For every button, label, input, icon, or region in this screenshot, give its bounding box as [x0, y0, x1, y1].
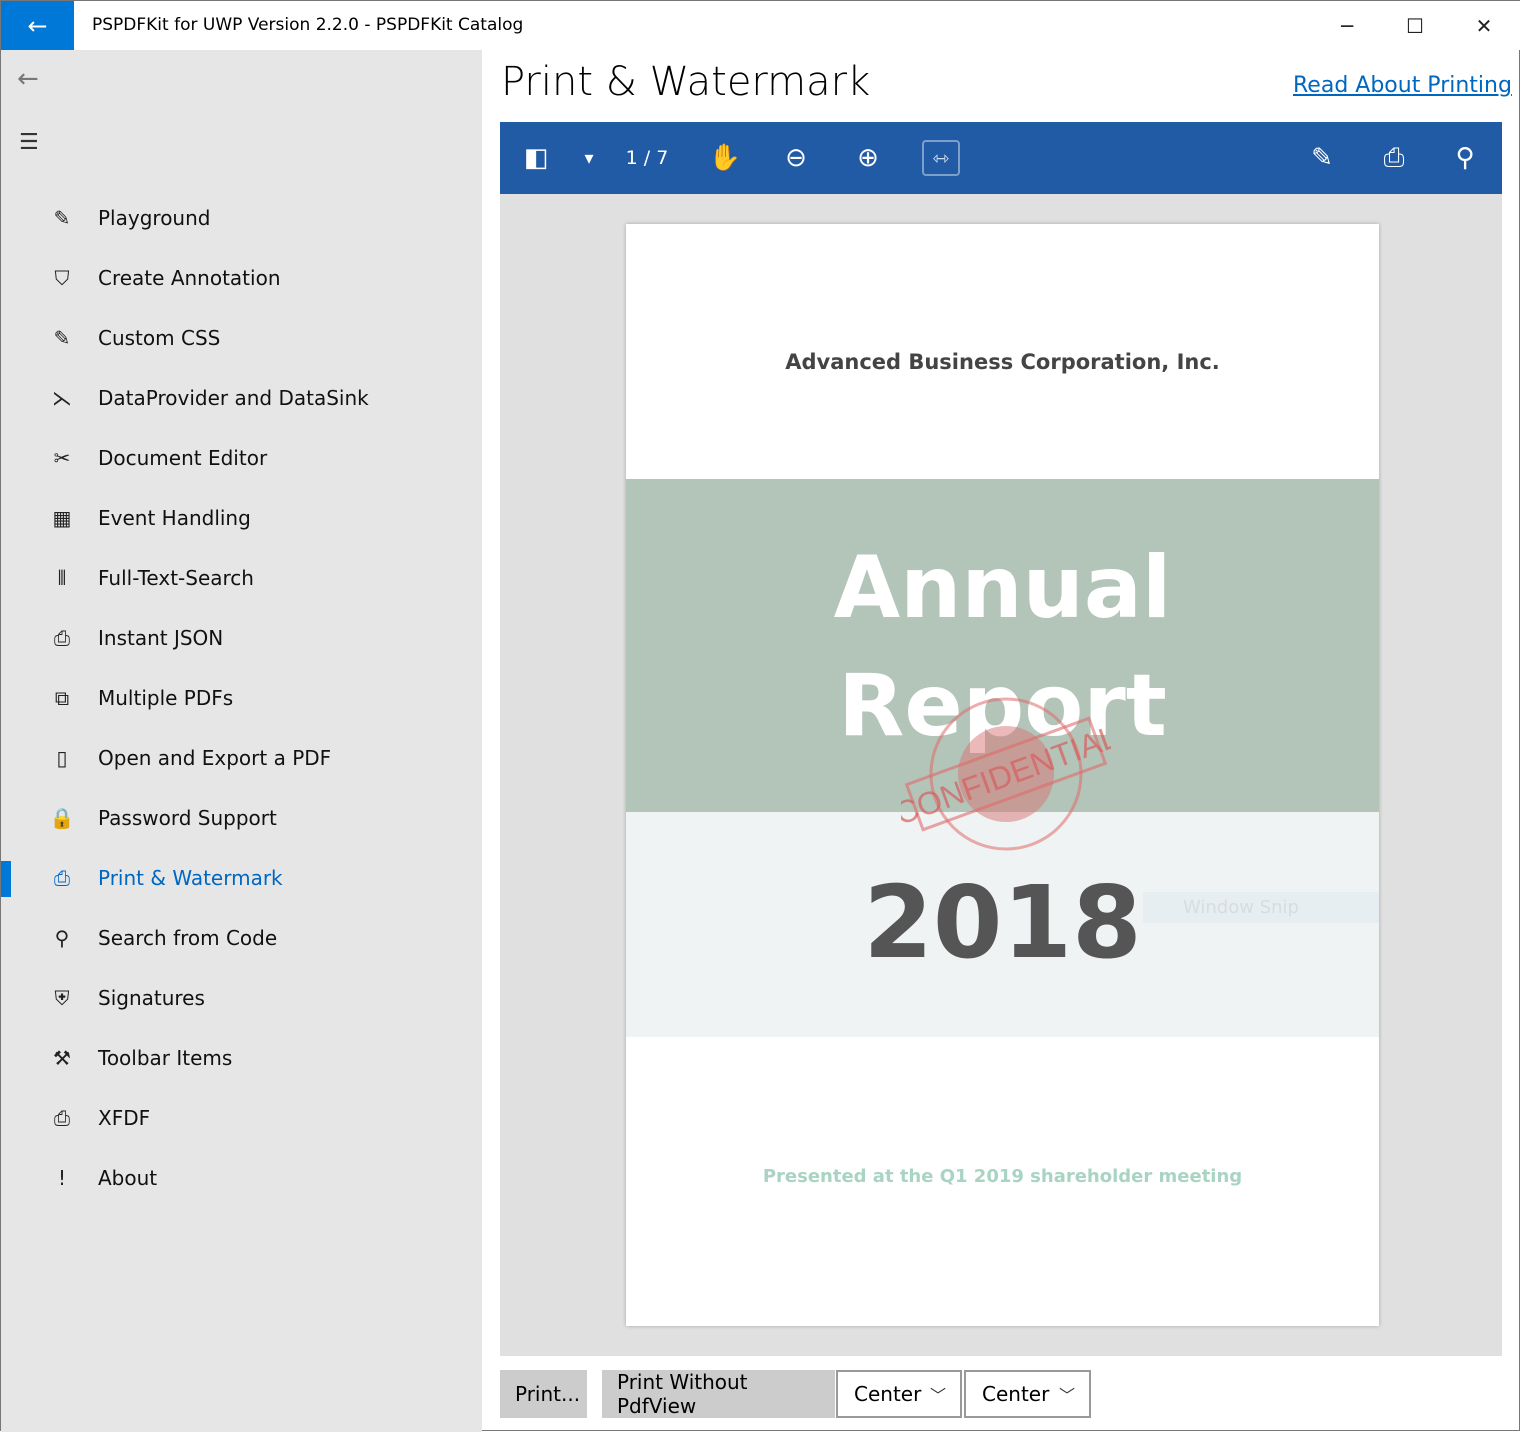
search-icon[interactable]: ⚲ [1445, 140, 1485, 176]
maximize-button[interactable]: ☐ [1395, 9, 1435, 43]
window-snip-overlay: Window Snip [1143, 892, 1379, 923]
select-value: Center [982, 1382, 1049, 1406]
sidebar-item-icon: ⚲ [47, 926, 77, 950]
close-button[interactable]: ✕ [1464, 9, 1504, 43]
hamburger-menu-button[interactable]: ☰ [19, 130, 39, 155]
sidebar-item-label: About [98, 1166, 157, 1190]
nav-back-button[interactable]: ← [17, 64, 39, 94]
minimize-button[interactable]: ─ [1327, 9, 1367, 43]
sidebar-item-dataprovider-and-datasink[interactable]: ⋋ DataProvider and DataSink [1, 373, 482, 423]
sidebar-item-document-editor[interactable]: ✂ Document Editor [1, 433, 482, 483]
sidebar-item-icon: ⫴ [47, 566, 77, 590]
pdf-toolbar: ◧ ▾ 1 / 7 ✋ ⊖ ⊕ ⇿ ✎ ⎙ ⚲ [500, 122, 1502, 194]
fit-width-icon[interactable]: ⇿ [922, 140, 960, 176]
confidential-watermark-stamp: CONFIDENTIAL [901, 694, 1111, 854]
sidebar-item-icon: ✎ [47, 326, 77, 350]
sidebar: ← ☰ ✎ Playground ⛉ Create Annotation ✎ Custom… [1, 50, 482, 1432]
vertical-align-select[interactable]: Center ﹀ [964, 1370, 1091, 1418]
sidebar-item-label: Playground [98, 206, 210, 230]
read-about-printing-link[interactable]: Read About Printing [1293, 73, 1512, 98]
print-icon[interactable]: ⎙ [1373, 140, 1415, 176]
sidebar-item-label: Instant JSON [98, 626, 223, 650]
sidebar-item-full-text-search[interactable]: ⫴ Full-Text-Search [1, 553, 482, 603]
sidebar-item-instant-json[interactable]: ⎙ Instant JSON [1, 613, 482, 663]
sidebar-item-label: Multiple PDFs [98, 686, 233, 710]
company-name: Advanced Business Corporation, Inc. [626, 350, 1379, 374]
sidebar-item-about[interactable]: ! About [1, 1153, 482, 1203]
sidebar-item-event-handling[interactable]: ▦ Event Handling [1, 493, 482, 543]
sidebar-item-icon: ⋋ [47, 386, 77, 410]
sidebar-item-icon: ✂ [47, 446, 77, 470]
presented-text: Presented at the Q1 2019 shareholder mee… [626, 1166, 1379, 1187]
sidebar-item-label: Signatures [98, 986, 205, 1010]
sidebar-item-label: Password Support [98, 806, 277, 830]
sidebar-item-open-and-export-a-pdf[interactable]: ▯ Open and Export a PDF [1, 733, 482, 783]
sidebar-item-icon: ⎙ [47, 866, 77, 890]
sidebar-item-label: Event Handling [98, 506, 251, 530]
print-without-pdfview-button[interactable]: Print Without PdfView [602, 1370, 835, 1418]
sidebar-item-icon: 🔒 [47, 806, 77, 830]
sidebar-item-toolbar-items[interactable]: ⚒ Toolbar Items [1, 1033, 482, 1083]
window-title: PSPDFKit for UWP Version 2.2.0 - PSPDFKi… [92, 15, 523, 35]
sidebar-item-icon: ⛨ [47, 986, 77, 1010]
sidebar-item-icon: ⧉ [47, 686, 77, 710]
chevron-down-icon: ﹀ [930, 1382, 946, 1406]
sidebar-item-print-watermark[interactable]: ⎙ Print & Watermark [1, 853, 482, 903]
window-back-button[interactable]: ← [1, 1, 74, 50]
annotate-edit-icon[interactable]: ✎ [1302, 140, 1342, 176]
sidebar-item-create-annotation[interactable]: ⛉ Create Annotation [1, 253, 482, 303]
horizontal-align-select[interactable]: Center ﹀ [836, 1370, 962, 1418]
sidebar-item-label: XFDF [98, 1106, 150, 1130]
sidebar-item-icon: ▦ [47, 506, 77, 530]
sidebar-item-icon: ⎙ [47, 1106, 77, 1130]
zoom-in-icon[interactable]: ⊕ [848, 140, 888, 176]
sidebar-item-label: Full-Text-Search [98, 566, 254, 590]
sidebar-item-icon: ⛉ [47, 266, 77, 290]
sidebar-item-icon: ▯ [47, 746, 77, 770]
sidebar-toggle-icon[interactable]: ◧ [516, 140, 556, 176]
title-line-1: Annual [834, 538, 1172, 638]
sidebar-item-signatures[interactable]: ⛨ Signatures [1, 973, 482, 1023]
sidebar-item-icon: ⚒ [47, 1046, 77, 1070]
sidebar-item-custom-css[interactable]: ✎ Custom CSS [1, 313, 482, 363]
sidebar-item-multiple-pdfs[interactable]: ⧉ Multiple PDFs [1, 673, 482, 723]
page-title: Print & Watermark [501, 59, 870, 105]
sidebar-item-search-from-code[interactable]: ⚲ Search from Code [1, 913, 482, 963]
page-indicator[interactable]: 1 / 7 [622, 140, 672, 176]
sidebar-item-xfdf[interactable]: ⎙ XFDF [1, 1093, 482, 1143]
sidebar-item-label: Custom CSS [98, 326, 220, 350]
chevron-down-icon[interactable]: ▾ [574, 140, 604, 176]
chevron-down-icon: ﹀ [1059, 1382, 1075, 1406]
sidebar-item-label: Document Editor [98, 446, 267, 470]
pan-hand-icon[interactable]: ✋ [705, 140, 745, 176]
sidebar-item-label: Search from Code [98, 926, 277, 950]
title-bar: ← PSPDFKit for UWP Version 2.2.0 - PSPDF… [1, 1, 1520, 50]
sidebar-item-password-support[interactable]: 🔒 Password Support [1, 793, 482, 843]
sidebar-item-label: DataProvider and DataSink [98, 386, 369, 410]
print-button[interactable]: Print... [500, 1370, 587, 1418]
sidebar-item-label: Create Annotation [98, 266, 281, 290]
sidebar-item-icon: ⎙ [47, 626, 77, 650]
sidebar-item-label: Toolbar Items [98, 1046, 232, 1070]
sidebar-item-icon: ✎ [47, 206, 77, 230]
sidebar-item-label: Print & Watermark [98, 866, 283, 890]
sidebar-item-playground[interactable]: ✎ Playground [1, 193, 482, 243]
sidebar-item-label: Open and Export a PDF [98, 746, 331, 770]
pdf-page[interactable]: Advanced Business Corporation, Inc. Annu… [626, 224, 1379, 1326]
zoom-out-icon[interactable]: ⊖ [776, 140, 816, 176]
sidebar-item-icon: ! [47, 1166, 77, 1190]
select-value: Center [854, 1382, 921, 1406]
